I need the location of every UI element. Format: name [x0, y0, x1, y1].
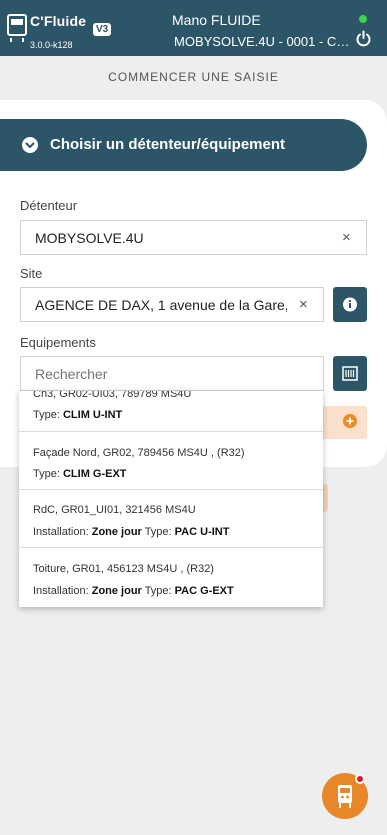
- version-badge: V3: [93, 23, 112, 36]
- equipment-dropdown: Ch3, GR02-UI03, 789789 MS4U Type: CLIM U…: [19, 391, 323, 607]
- item-title: RdC, GR01_UI01, 321456 MS4U: [33, 504, 196, 516]
- site-value: AGENCE DE DAX, 1 avenue de la Gare, 40: [35, 297, 287, 313]
- choose-holder-accordion[interactable]: Choisir un détenteur/équipement: [0, 119, 367, 171]
- app-version: 3.0.0-k128: [30, 40, 73, 50]
- site-info-button[interactable]: [333, 287, 367, 322]
- notification-badge: [355, 774, 365, 784]
- site-label: Site: [20, 266, 43, 281]
- item-title: Façade Nord, GR02, 789456 MS4U , (R32): [33, 447, 245, 459]
- company-name: MOBYSOLVE.4U - 0001 - CO...: [174, 34, 350, 49]
- holder-value: MOBYSOLVE.4U: [35, 230, 144, 246]
- plus-icon[interactable]: [343, 414, 357, 428]
- app-name: C'Fluide: [30, 13, 87, 29]
- item-title: Ch3, GR02-UI03, 789789 MS4U: [33, 391, 192, 400]
- list-item[interactable]: Toiture, GR01, 456123 MS4U , (R32) Insta…: [19, 548, 323, 607]
- item-title: Toiture, GR01, 456123 MS4U , (R32): [33, 563, 214, 575]
- equipment-label: Equipements: [20, 335, 96, 350]
- barcode-icon: [342, 366, 358, 381]
- chevron-down-icon: [22, 137, 38, 153]
- item-details: Type: CLIM U-INT: [33, 409, 123, 421]
- site-field[interactable]: AGENCE DE DAX, 1 avenue de la Gare, 40 ×: [20, 287, 324, 322]
- clear-holder-icon[interactable]: ×: [342, 229, 351, 246]
- item-details: Installation: Zone jour Type: PAC G-EXT: [33, 585, 234, 597]
- logo-icon: [6, 13, 28, 43]
- user-name: Mano FLUIDE: [172, 12, 261, 28]
- barcode-scan-button[interactable]: [333, 356, 367, 391]
- info-icon: [343, 297, 357, 312]
- list-item[interactable]: Ch3, GR02-UI03, 789789 MS4U Type: CLIM U…: [19, 391, 323, 432]
- equipment-search-input[interactable]: [20, 356, 324, 391]
- item-details: Type: CLIM G-EXT: [33, 468, 127, 480]
- holder-field[interactable]: MOBYSOLVE.4U ×: [20, 220, 367, 255]
- accordion-label: Choisir un détenteur/équipement: [50, 136, 286, 153]
- status-indicator: [359, 15, 367, 23]
- list-item[interactable]: RdC, GR01_UI01, 321456 MS4U Installation…: [19, 490, 323, 548]
- power-icon[interactable]: [355, 30, 372, 47]
- holder-label: Détenteur: [20, 198, 78, 213]
- list-item[interactable]: Façade Nord, GR02, 789456 MS4U , (R32) T…: [19, 432, 323, 490]
- section-title: COMMENCER UNE SAISIE: [108, 70, 279, 84]
- item-details: Installation: Zone jour Type: PAC U-INT: [33, 526, 230, 538]
- app-header: C'Fluide V3 3.0.0-k128 Mano FLUIDE MOBYS…: [0, 0, 387, 56]
- clear-site-icon[interactable]: ×: [299, 296, 308, 313]
